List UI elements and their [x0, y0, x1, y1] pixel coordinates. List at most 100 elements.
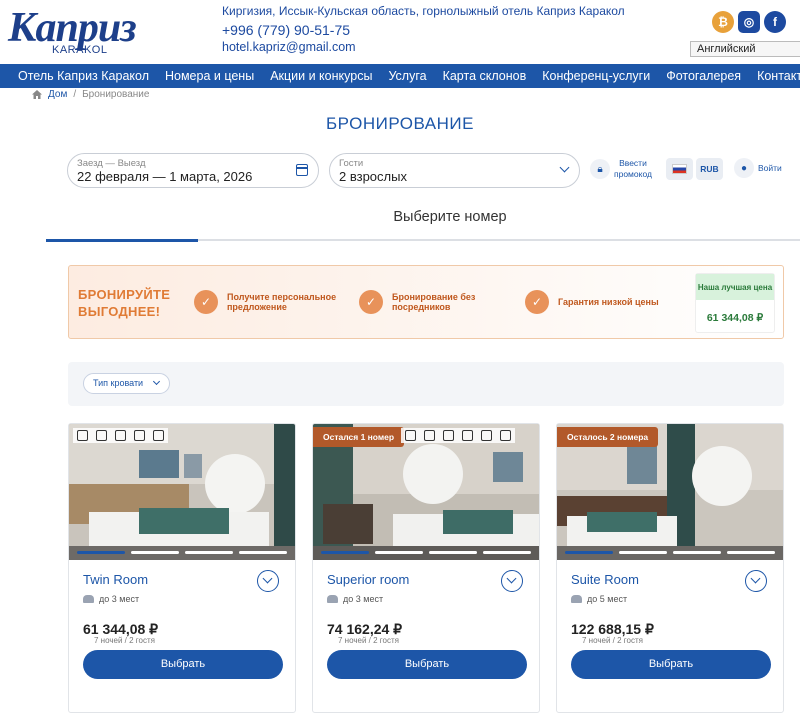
- currency-button[interactable]: RUB: [696, 158, 723, 180]
- breadcrumb-current: Бронирование: [82, 89, 150, 100]
- perk-low-price: ✓ Гарантия низкой цены: [525, 290, 659, 314]
- chevron-down-icon: [153, 377, 161, 386]
- logo-subtitle: KARAKOL: [52, 44, 108, 56]
- main-nav: Отель Каприз Каракол Номера и цены Акции…: [0, 64, 800, 88]
- lock-icon: 🔒︎: [590, 159, 610, 179]
- best-price-value: 61 344,08 ₽: [706, 312, 764, 324]
- expand-details-button[interactable]: [501, 570, 523, 592]
- photo-pagination: [321, 551, 531, 554]
- best-price-box: Наша лучшая цена 61 344,08 ₽: [695, 273, 775, 333]
- login-label: Войти: [758, 162, 782, 173]
- email-link[interactable]: hotel.kapriz@gmail.com: [222, 40, 625, 55]
- room-photo[interactable]: Осталось 2 номера: [557, 424, 783, 560]
- expand-details-button[interactable]: [745, 570, 767, 592]
- guests-icon: [327, 595, 338, 603]
- guests-icon: [83, 595, 94, 603]
- breadcrumb-home[interactable]: Дом: [48, 89, 67, 100]
- availability-badge: Осталось 2 номера: [557, 427, 659, 447]
- site-header: Каприз KARAKOL Киргизия, Иссык-Кульская …: [0, 0, 800, 64]
- nav-item-promos[interactable]: Акции и конкурсы: [262, 64, 380, 88]
- step-title: Выберите номер: [393, 209, 507, 225]
- room-photo[interactable]: [69, 424, 295, 560]
- login-button[interactable]: ● Войти: [734, 158, 782, 178]
- hotel-logo[interactable]: Каприз KARAKOL: [6, 4, 146, 60]
- nav-item-slopes[interactable]: Карта склонов: [435, 64, 535, 88]
- nav-item-conference[interactable]: Конференц-услуги: [534, 64, 658, 88]
- room-photo-image: [69, 424, 295, 560]
- breadcrumb: Дом / Бронирование: [32, 89, 149, 100]
- nav-item-hotel[interactable]: Отель Каприз Каракол: [0, 64, 157, 88]
- room-name[interactable]: Superior room: [327, 572, 409, 587]
- promo-code-label: Ввести промокод: [614, 158, 652, 179]
- promo-code-button[interactable]: 🔒︎ Ввести промокод: [590, 158, 652, 180]
- dates-label: Заезд — Выезд: [77, 158, 146, 169]
- guests-value: 2 взрослых: [339, 169, 407, 184]
- sofa-icon: [96, 430, 107, 441]
- facebook-icon[interactable]: f: [764, 11, 786, 33]
- best-price-label: Наша лучшая цена: [696, 274, 774, 300]
- room-card-suite: Осталось 2 номера Suite Room до 5 мест 1…: [556, 423, 784, 713]
- expand-details-button[interactable]: [257, 570, 279, 592]
- amenities-row: [73, 428, 168, 443]
- room-name[interactable]: Suite Room: [571, 572, 639, 587]
- locale-switcher: RUB: [666, 158, 723, 180]
- dates-value: 22 февраля — 1 марта, 2026: [77, 169, 253, 184]
- bitcoin-icon[interactable]: ₿: [712, 11, 734, 33]
- perk-no-intermediaries: ✓ Бронирование без посредников: [359, 290, 475, 314]
- perk-personal-offer: ✓ Получите персональное предложение: [194, 290, 336, 314]
- promo-banner: БРОНИРУЙТЕ ВЫГОДНЕЕ! ✓ Получите персонал…: [68, 265, 784, 339]
- calendar-icon: [296, 164, 308, 176]
- bed-type-filter[interactable]: Тип кровати: [83, 373, 171, 394]
- room-nights: 7 ночей / 2 гостя: [94, 636, 155, 645]
- nav-item-rooms[interactable]: Номера и цены: [157, 64, 262, 88]
- social-links: ₿ ◎ f: [712, 11, 786, 33]
- contact-block: Киргизия, Иссык-Кульская область, горнол…: [222, 4, 625, 55]
- room-capacity: до 5 мест: [571, 594, 627, 604]
- nav-item-services[interactable]: Услуга: [380, 64, 434, 88]
- nav-item-gallery[interactable]: Фотогалерея: [658, 64, 749, 88]
- select-room-button[interactable]: Выбрать: [83, 650, 283, 679]
- amenities-row: [401, 428, 515, 443]
- dates-field[interactable]: Заезд — Выезд 22 февраля — 1 марта, 2026: [67, 153, 319, 188]
- select-room-button[interactable]: Выбрать: [571, 650, 771, 679]
- breadcrumb-separator: /: [73, 89, 77, 100]
- wardrobe-icon: [134, 430, 145, 441]
- photo-pagination: [565, 551, 775, 554]
- russia-flag-icon: [672, 164, 687, 174]
- wardrobe-icon: [462, 430, 473, 441]
- sofa-icon: [424, 430, 435, 441]
- guests-field[interactable]: Гости 2 взрослых: [329, 153, 580, 188]
- wifi-icon: [115, 430, 126, 441]
- shower-icon: [481, 430, 492, 441]
- check-icon: ✓: [359, 290, 383, 314]
- availability-badge: Остался 1 номер: [313, 427, 405, 447]
- guests-label: Гости: [339, 158, 364, 169]
- page-title: БРОНИРОВАНИЕ: [326, 114, 474, 133]
- language-flag-button[interactable]: [666, 158, 693, 180]
- safe-icon: [500, 430, 511, 441]
- nav-item-contacts[interactable]: Контакты: [749, 64, 800, 88]
- room-nights: 7 ночей / 2 гостя: [338, 636, 399, 645]
- photo-pagination: [77, 551, 287, 554]
- room-photo[interactable]: Остался 1 номер: [313, 424, 539, 560]
- room-capacity: до 3 мест: [83, 594, 139, 604]
- check-icon: ✓: [194, 290, 218, 314]
- language-select[interactable]: Английский: [690, 41, 800, 57]
- safe-icon: [77, 430, 88, 441]
- room-card-twin: Twin Room до 3 мест 61 344,08 ₽ 7 ночей …: [68, 423, 296, 713]
- room-card-superior: Остался 1 номер Superior room до 3 мест …: [312, 423, 540, 713]
- promo-headline: БРОНИРУЙТЕ ВЫГОДНЕЕ!: [78, 287, 171, 319]
- wifi-icon: [405, 430, 416, 441]
- chevron-down-icon: [559, 162, 570, 173]
- select-room-button[interactable]: Выбрать: [327, 650, 527, 679]
- home-icon[interactable]: [32, 90, 42, 99]
- towel-icon: [153, 430, 164, 441]
- instagram-icon[interactable]: ◎: [738, 11, 760, 33]
- phone-link[interactable]: +996 (779) 90-51-75: [222, 22, 625, 39]
- room-name[interactable]: Twin Room: [83, 572, 148, 587]
- step-progress-fill: [46, 238, 198, 242]
- guests-icon: [571, 595, 582, 603]
- filter-bar: Тип кровати: [68, 362, 784, 406]
- user-icon: ●: [734, 158, 754, 178]
- check-icon: ✓: [525, 290, 549, 314]
